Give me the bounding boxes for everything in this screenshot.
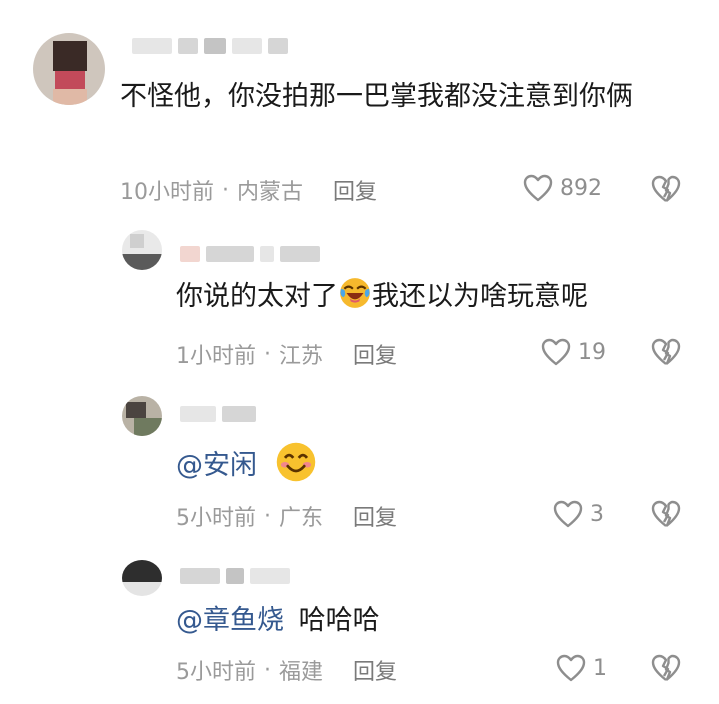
- meta-separator: ·: [264, 503, 271, 529]
- heart-outline-icon: [553, 500, 583, 528]
- broken-heart-icon[interactable]: [650, 499, 682, 529]
- username-blurred[interactable]: [180, 404, 270, 424]
- avatar[interactable]: [122, 396, 162, 436]
- broken-heart-icon[interactable]: [650, 337, 682, 367]
- meta-separator: ·: [222, 177, 229, 203]
- comment-meta: 10小时前 · 内蒙古 回复: [120, 174, 377, 206]
- username-blurred[interactable]: [180, 566, 320, 586]
- comment-meta: 5小时前 · 福建 回复: [176, 654, 397, 686]
- like-count: 19: [578, 339, 606, 365]
- comment-text: 不怪他，你没拍那一巴掌我都没注意到你俩: [120, 81, 633, 112]
- comment-time: 5小时前: [176, 660, 256, 685]
- like-count: 3: [590, 501, 604, 527]
- like-count: 1: [593, 655, 607, 681]
- reply-button[interactable]: 回复: [333, 174, 377, 206]
- comment-text-part: 我还以为啥玩意呢: [372, 281, 588, 312]
- reply-button[interactable]: 回复: [353, 500, 397, 532]
- comment-time: 1小时前: [176, 344, 256, 369]
- like-count: 892: [560, 175, 602, 201]
- heart-outline-icon: [556, 654, 586, 682]
- avatar[interactable]: [122, 560, 162, 596]
- heart-outline-icon: [541, 338, 571, 366]
- broken-heart-icon[interactable]: [650, 653, 682, 683]
- comment-text-part: 你说的太对了: [176, 281, 338, 312]
- like-button[interactable]: 1: [555, 653, 607, 683]
- meta-separator: ·: [264, 341, 271, 367]
- smiling-face-emoji: [276, 442, 315, 482]
- comment-text: 你说的太对了 我还以为啥玩意呢: [176, 274, 588, 320]
- comment-time: 10小时前: [120, 180, 214, 205]
- comment-location: 江苏: [279, 344, 324, 369]
- username-blurred[interactable]: [180, 244, 350, 264]
- comment-time: 5小时前: [176, 506, 256, 531]
- comment-text-part: 哈哈哈: [298, 605, 380, 636]
- username-blurred[interactable]: [132, 36, 312, 56]
- mention-link[interactable]: @安闲: [176, 450, 257, 481]
- face-with-tears-of-joy-emoji: [340, 278, 370, 308]
- like-button[interactable]: 3: [552, 499, 604, 529]
- mention-link[interactable]: @章鱼烧: [176, 605, 284, 636]
- heart-outline-icon: [523, 174, 553, 202]
- broken-heart-icon[interactable]: [650, 174, 682, 204]
- comment-location: 内蒙古: [237, 180, 304, 205]
- comment-meta: 5小时前 · 广东 回复: [176, 500, 397, 532]
- like-button[interactable]: 19: [540, 337, 606, 367]
- reply-button[interactable]: 回复: [353, 338, 397, 370]
- comment-text: @章鱼烧 哈哈哈: [176, 598, 380, 644]
- comment-location: 福建: [279, 660, 324, 685]
- avatar[interactable]: [33, 33, 105, 105]
- avatar[interactable]: [122, 230, 162, 270]
- reply-button[interactable]: 回复: [353, 654, 397, 686]
- comment-location: 广东: [279, 506, 324, 531]
- comment-meta: 1小时前 · 江苏 回复: [176, 338, 397, 370]
- like-button[interactable]: 892: [522, 173, 602, 203]
- meta-separator: ·: [264, 657, 271, 683]
- comment-text: @安闲: [176, 440, 318, 489]
